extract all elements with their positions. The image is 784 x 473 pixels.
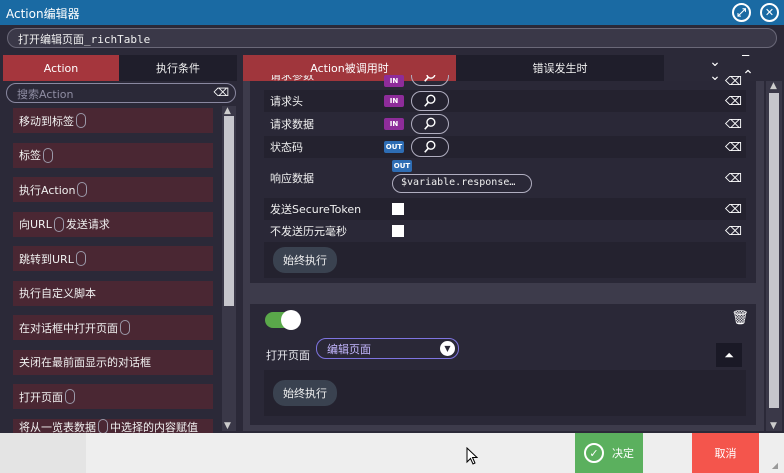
open-page-label: 打开页面 [266, 349, 310, 362]
always-execute-button[interactable]: 始终执行 [273, 380, 337, 406]
action-name-field[interactable]: 打开编辑页面_richTable [7, 28, 777, 48]
in-badge: IN [384, 118, 404, 130]
response-variable-field[interactable]: $variable.response… [392, 174, 532, 193]
param-label: 发送SecureToken [270, 203, 362, 216]
param-label: 状态码 [270, 141, 303, 154]
tab-condition[interactable]: 执行条件 [119, 55, 237, 81]
out-badge: OUT [384, 141, 404, 153]
action-palette: 搜索Action ⌫ 移动到标签 标签 执行Action 向URL 发送请求 跳转… [0, 81, 238, 433]
cancel-button[interactable]: 取消 [692, 433, 759, 473]
param-row: 请求参数 IN ⌫ [264, 75, 746, 87]
window-title: Action编辑器 [6, 7, 80, 21]
editor-scroll-thumb[interactable] [769, 93, 779, 408]
action-item-exec-action[interactable]: 执行Action [13, 177, 213, 202]
param-row: 状态码 OUT ⌫ [264, 136, 746, 158]
scroll-down-icon[interactable]: ▼ [224, 421, 231, 431]
search-placeholder: 搜索Action [17, 88, 74, 101]
palette-scrollbar[interactable]: ▲ ▼ [222, 106, 236, 431]
close-icon[interactable]: ✕ [760, 3, 779, 22]
param-label: 响应数据 [270, 172, 314, 185]
search-icon [424, 75, 436, 82]
param-label: 不发送历元毫秒 [270, 225, 347, 238]
param-row: 请求头 IN ⌫ [264, 90, 746, 112]
palette-scroll-thumb[interactable] [224, 116, 234, 306]
out-badge: OUT [392, 160, 412, 172]
no-epoch-checkbox[interactable] [392, 225, 404, 237]
clear-search-icon[interactable]: ⌫ [213, 86, 229, 99]
ok-button[interactable]: ✓ 决定 [575, 433, 643, 473]
check-icon: ✓ [584, 443, 604, 463]
search-input[interactable]: 搜索Action ⌫ [6, 83, 236, 103]
editor-scrollbar[interactable]: ▲ ▼ [766, 81, 782, 431]
eraser-icon[interactable]: ⌫ [725, 171, 742, 185]
exec-row: 始终执行 [264, 370, 746, 416]
action-editor-area: 请求参数 IN ⌫ 请求头 IN ⌫ 请求数据 IN ⌫ 状态码 OUT ⌫ 响… [243, 75, 764, 431]
action-item-custom-script[interactable]: 执行自定义脚本 [13, 280, 213, 306]
eraser-icon[interactable]: ⌫ [725, 202, 742, 216]
scroll-up-icon[interactable]: ▲ [770, 81, 777, 91]
move-up-icon[interactable]: ⏶ [716, 343, 742, 367]
eraser-icon[interactable]: ⌫ [725, 117, 742, 131]
param-row: 响应数据 OUT $variable.response… ⌫ [264, 159, 746, 197]
scroll-down-icon[interactable]: ▼ [770, 421, 777, 431]
restore-icon[interactable]: ⤢ [732, 3, 751, 22]
scroll-up-icon[interactable]: ▲ [224, 106, 231, 116]
exec-row: 始终执行 [264, 242, 746, 278]
eraser-icon[interactable]: ⌫ [725, 224, 742, 238]
trash-icon[interactable]: 🗑 [731, 310, 749, 326]
param-label: 请求头 [270, 95, 303, 108]
param-picker-button[interactable] [411, 114, 449, 134]
secure-token-checkbox[interactable] [392, 203, 404, 215]
param-row: 不发送历元毫秒 ⌫ [264, 220, 746, 242]
eraser-icon[interactable]: ⌫ [725, 75, 742, 87]
param-row: 请求数据 IN ⌫ [264, 113, 746, 135]
action-item-goto-url[interactable]: 跳转到URL [13, 246, 213, 271]
search-icon [424, 94, 436, 107]
request-action-card: 请求参数 IN ⌫ 请求头 IN ⌫ 请求数据 IN ⌫ 状态码 OUT ⌫ 响… [250, 75, 756, 283]
mouse-cursor-icon [466, 447, 478, 465]
param-picker-button[interactable] [411, 91, 449, 111]
eraser-icon[interactable]: ⌫ [725, 140, 742, 154]
action-item-open-in-dialog[interactable]: 在对话框中打开页面 [13, 315, 213, 340]
always-execute-button[interactable]: 始终执行 [273, 247, 337, 273]
page-select[interactable]: 编辑页面 ▼ [316, 338, 459, 359]
action-item-label[interactable]: 标签 [13, 142, 213, 168]
tab-action[interactable]: Action [3, 55, 119, 81]
action-item-open-page[interactable]: 打开页面 [13, 384, 213, 409]
action-item-assign-selection[interactable]: 将从一览表数据 中选择的内容赋值 [13, 418, 213, 433]
window-titlebar: Action编辑器 ⤢ ✕ [0, 0, 784, 25]
footer-spacer [0, 433, 86, 473]
action-item-send-request[interactable]: 向URL 发送请求 [13, 211, 213, 237]
param-picker-button[interactable] [411, 137, 449, 157]
search-icon [424, 117, 436, 130]
in-badge: IN [384, 95, 404, 107]
param-label: 请求数据 [270, 118, 314, 131]
chevron-down-icon: ▼ [440, 341, 455, 356]
search-icon [424, 140, 436, 153]
eraser-icon[interactable]: ⌫ [725, 94, 742, 108]
open-page-action-card: 🗑 打开页面 编辑页面 ▼ 始终执行 [250, 304, 756, 425]
action-item-move-to-label[interactable]: 移动到标签 [13, 108, 213, 133]
resize-grip-icon[interactable]: ◢ [772, 461, 778, 470]
action-list: 移动到标签 标签 执行Action 向URL 发送请求 跳转到URL 执行自定义脚… [13, 108, 213, 442]
enable-toggle[interactable] [265, 310, 301, 330]
param-row: 发送SecureToken ⌫ [264, 198, 746, 220]
dialog-footer: ✓ 决定 取消 ◢ [0, 433, 784, 473]
action-item-close-dialog[interactable]: 关闭在最前面显示的对话框 [13, 349, 213, 375]
